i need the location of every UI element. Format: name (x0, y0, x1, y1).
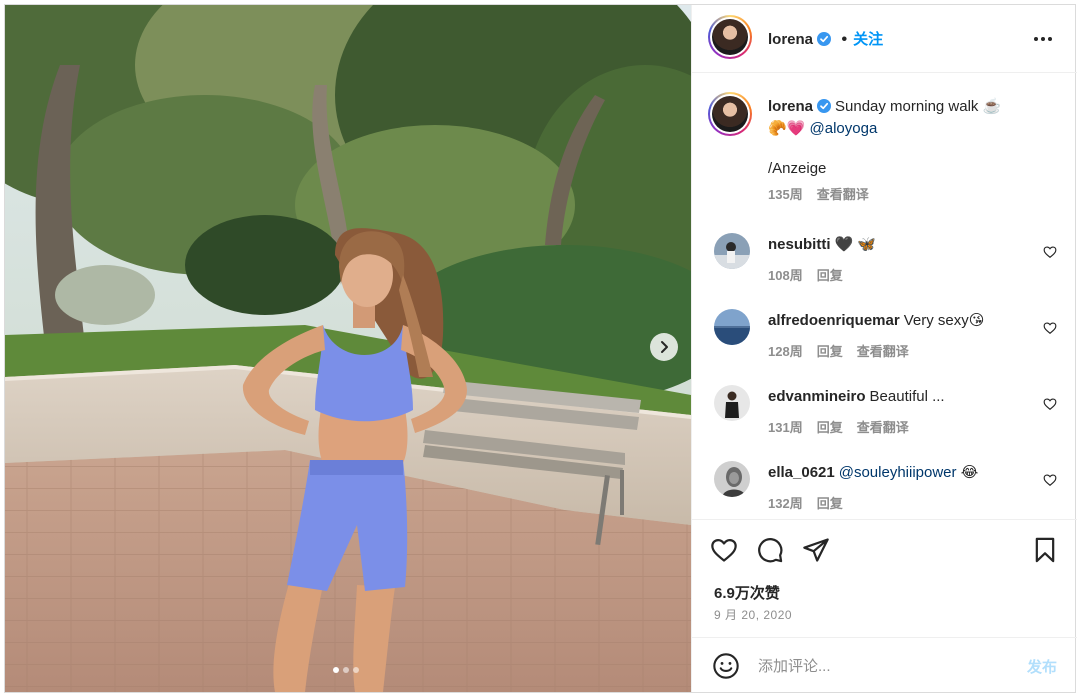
caption-emoji: 🥐💗 (768, 120, 806, 137)
more-options-icon[interactable] (1031, 29, 1055, 49)
comment-text: Very sexy😘 (903, 312, 985, 329)
verified-badge-icon (817, 32, 832, 46)
comment-body: alfredoenriquemar Very sexy😘 (768, 311, 1038, 331)
carousel-next-button[interactable] (650, 333, 678, 361)
comment-username[interactable]: nesubitti (768, 236, 831, 253)
caption-mention[interactable]: @aloyoga (810, 120, 878, 137)
caption-username[interactable]: lorena (768, 98, 813, 115)
commenter-avatar[interactable] (714, 309, 750, 345)
comment-username[interactable]: alfredoenriquemar (768, 312, 900, 329)
verified-badge-icon (817, 99, 832, 113)
comment-composer: 发布 (692, 637, 1077, 692)
post-photo[interactable] (5, 5, 691, 692)
comment-mention[interactable]: @souleyhiiipower (839, 464, 957, 481)
comment-item: edvanmineiro Beautiful ... 131周 回复 查看翻译 (692, 385, 1077, 455)
comment-item: ella_0621 @souleyhiiipower 😂 132周 回复 (692, 461, 1077, 518)
post-date[interactable]: 9 月 20, 2020 (714, 606, 792, 623)
comment-like-heart-icon[interactable] (1043, 397, 1057, 411)
comment-like-heart-icon[interactable] (1043, 473, 1057, 487)
translate-link[interactable]: 查看翻译 (857, 420, 909, 435)
carousel-indicator (333, 667, 359, 673)
post-actions: 6.9万次赞 9 月 20, 2020 (692, 519, 1077, 637)
bookmark-icon[interactable] (1031, 536, 1059, 564)
likes-count[interactable]: 6.9万次赞 (714, 582, 780, 603)
caption-ad-label: /Anzeige (768, 160, 827, 177)
comment-input[interactable] (758, 652, 1008, 680)
commenter-avatar[interactable] (714, 385, 750, 421)
comment-item: alfredoenriquemar Very sexy😘 128周 回复 查看翻译 (692, 309, 1077, 379)
comment-body: ella_0621 @souleyhiiipower 😂 (768, 463, 1038, 483)
caption: lorena Sunday morning walk ☕️ 🥐💗 @aloyoga… (768, 96, 1048, 206)
post-comment-button[interactable]: 发布 (1027, 656, 1057, 677)
header-author-line: lorena • 关注 (768, 28, 883, 49)
post-frame: lorena • 关注 lorena Sunday morning walk ☕️ … (4, 4, 1077, 693)
follow-button[interactable]: 关注 (853, 31, 883, 48)
comment-meta: 128周 回复 查看翻译 (768, 341, 923, 360)
comment-like-heart-icon[interactable] (1043, 245, 1057, 259)
caption-age[interactable]: 135周 (768, 187, 803, 202)
paper-plane-icon[interactable] (802, 536, 830, 564)
reply-button[interactable]: 回复 (817, 496, 843, 511)
caption-meta: 135周 查看翻译 (768, 184, 1048, 206)
comments-list[interactable]: lorena Sunday morning walk ☕️ 🥐💗 @aloyoga… (692, 74, 1077, 518)
commenter-avatar[interactable] (714, 461, 750, 497)
heart-icon[interactable] (710, 536, 738, 564)
comment-age[interactable]: 132周 (768, 496, 803, 511)
carousel-dot (333, 667, 339, 673)
separator-dot: • (841, 31, 848, 48)
comment-username[interactable]: edvanmineiro (768, 388, 866, 405)
comment-body: nesubitti 🖤 🦋 (768, 235, 1038, 255)
commenter-avatar[interactable] (714, 233, 750, 269)
comment-age[interactable]: 128周 (768, 344, 803, 359)
smiley-icon[interactable] (712, 652, 740, 680)
reply-button[interactable]: 回复 (817, 344, 843, 359)
comment-like-heart-icon[interactable] (1043, 321, 1057, 335)
photo-illustration (5, 5, 691, 692)
comment-text: Beautiful ... (869, 388, 945, 405)
comment-age[interactable]: 131周 (768, 420, 803, 435)
reply-button[interactable]: 回复 (817, 420, 843, 435)
comment-meta: 131周 回复 查看翻译 (768, 417, 923, 436)
author-avatar[interactable] (708, 15, 752, 59)
reply-button[interactable]: 回复 (817, 268, 843, 283)
carousel-dot (343, 667, 349, 673)
translate-link[interactable]: 查看翻译 (817, 187, 869, 202)
comment-username[interactable]: ella_0621 (768, 464, 835, 481)
comment-body: edvanmineiro Beautiful ... (768, 387, 1038, 407)
caption-avatar[interactable] (708, 92, 752, 136)
caption-text: Sunday morning walk ☕️ (835, 98, 1002, 115)
translate-link[interactable]: 查看翻译 (857, 344, 909, 359)
post-header: lorena • 关注 (692, 5, 1077, 73)
comment-bubble-icon[interactable] (756, 536, 784, 564)
comment-item: nesubitti 🖤 🦋 108周 回复 (692, 233, 1077, 303)
comment-meta: 108周 回复 (768, 265, 857, 284)
comment-meta: 132周 回复 (768, 493, 857, 512)
comment-text: 🖤 🦋 (834, 236, 877, 253)
comment-age[interactable]: 108周 (768, 268, 803, 283)
author-username[interactable]: lorena (768, 31, 813, 48)
comment-text: 😂 (960, 464, 979, 481)
chevron-right-icon (661, 341, 668, 353)
carousel-dot (353, 667, 359, 673)
post-side-panel: lorena • 关注 lorena Sunday morning walk ☕️ … (691, 5, 1077, 692)
